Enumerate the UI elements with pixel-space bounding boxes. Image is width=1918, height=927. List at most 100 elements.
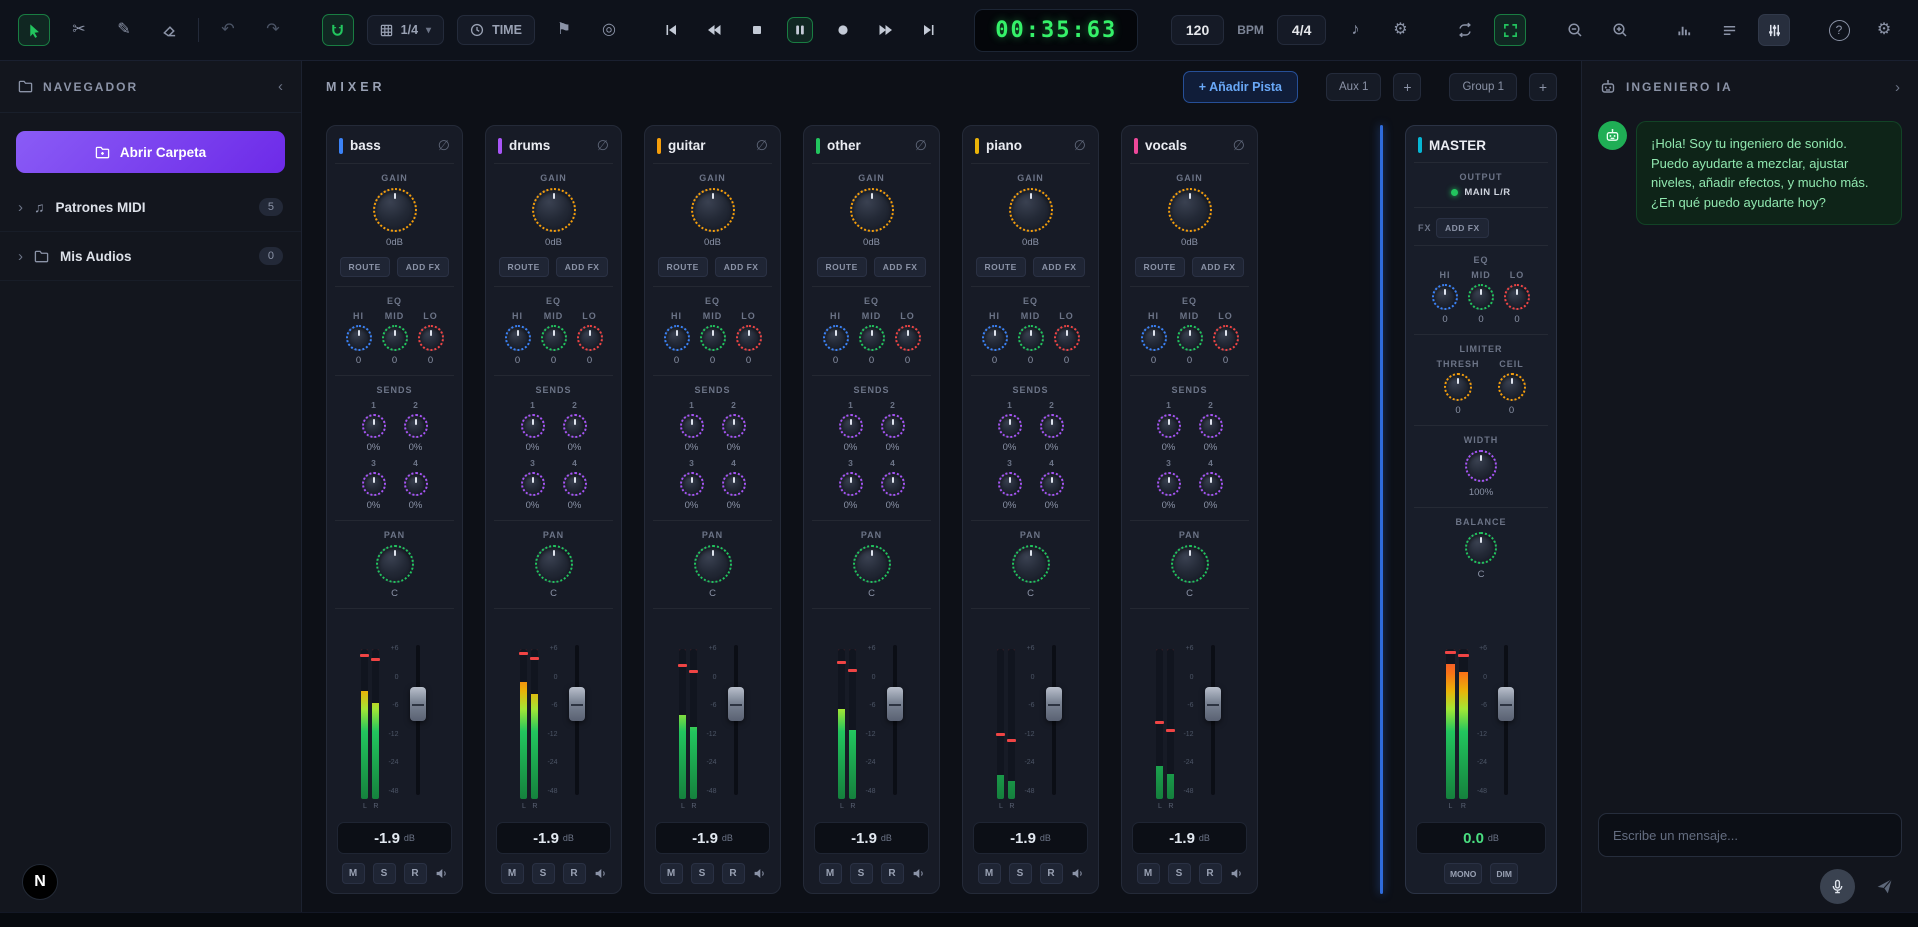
eq-lo-knob[interactable]	[577, 325, 603, 351]
volume-fader[interactable]	[567, 645, 587, 795]
record-arm-button[interactable]: R	[722, 863, 745, 884]
mono-button[interactable]: MONO	[1444, 863, 1482, 884]
send-4-knob[interactable]	[563, 472, 587, 496]
solo-button[interactable]: S	[373, 863, 396, 884]
pan-knob[interactable]	[1171, 545, 1209, 583]
time-mode-button[interactable]: TIME	[457, 15, 535, 45]
master-eq-lo-knob[interactable]	[1504, 284, 1530, 310]
send-3-knob[interactable]	[521, 472, 545, 496]
route-button[interactable]: ROUTE	[658, 257, 708, 277]
record-arm-button[interactable]: R	[404, 863, 427, 884]
speaker-icon[interactable]	[1071, 867, 1084, 880]
redo-button[interactable]: ↷	[257, 14, 289, 46]
send-2-knob[interactable]	[404, 414, 428, 438]
grid-size-dropdown[interactable]: 1/4 ▾	[367, 15, 444, 45]
channel-bypass-icon[interactable]: ∅	[756, 137, 768, 154]
bpm-value[interactable]: 120	[1171, 15, 1224, 45]
solo-button[interactable]: S	[1168, 863, 1191, 884]
eq-mid-knob[interactable]	[859, 325, 885, 351]
master-eq-hi-knob[interactable]	[1432, 284, 1458, 310]
eq-mid-knob[interactable]	[382, 325, 408, 351]
speaker-icon[interactable]	[435, 867, 448, 880]
fader-handle[interactable]	[1498, 687, 1514, 721]
eq-hi-knob[interactable]	[823, 325, 849, 351]
fullscreen-button[interactable]	[1494, 14, 1526, 46]
channel-bypass-icon[interactable]: ∅	[438, 137, 450, 154]
solo-button[interactable]: S	[1009, 863, 1032, 884]
add-fx-button[interactable]: ADD FX	[874, 257, 927, 277]
playlist-view-button[interactable]	[1713, 14, 1745, 46]
stop-button[interactable]	[744, 17, 770, 43]
mute-button[interactable]: M	[819, 863, 842, 884]
eq-hi-knob[interactable]	[346, 325, 372, 351]
add-fx-button[interactable]: ADD FX	[556, 257, 609, 277]
aux-button[interactable]: Aux 1	[1326, 73, 1381, 101]
eq-mid-knob[interactable]	[700, 325, 726, 351]
send-button[interactable]	[1867, 869, 1902, 904]
group-add-button[interactable]: +	[1529, 73, 1557, 101]
mute-button[interactable]: M	[978, 863, 1001, 884]
collapse-sidebar-icon[interactable]: ‹	[278, 78, 283, 95]
output-select[interactable]: MAIN L/R	[1451, 187, 1510, 198]
group-button[interactable]: Group 1	[1449, 73, 1517, 101]
sidebar-item-patrones-midi[interactable]: › ♫ Patrones MIDI 5	[0, 183, 301, 232]
speaker-icon[interactable]	[594, 867, 607, 880]
eq-hi-knob[interactable]	[982, 325, 1008, 351]
help-button[interactable]: ?	[1823, 14, 1855, 46]
send-1-knob[interactable]	[998, 414, 1022, 438]
aux-add-button[interactable]: +	[1393, 73, 1421, 101]
master-eq-mid-knob[interactable]	[1468, 284, 1494, 310]
width-knob[interactable]	[1465, 450, 1497, 482]
mute-button[interactable]: M	[342, 863, 365, 884]
gain-knob[interactable]	[373, 188, 417, 232]
add-fx-button[interactable]: ADD FX	[397, 257, 450, 277]
limiter-ceil-knob[interactable]	[1498, 373, 1526, 401]
send-1-knob[interactable]	[362, 414, 386, 438]
send-1-knob[interactable]	[680, 414, 704, 438]
dim-button[interactable]: DIM	[1490, 863, 1518, 884]
zoom-out-button[interactable]	[1559, 14, 1591, 46]
eq-lo-knob[interactable]	[736, 325, 762, 351]
rewind-button[interactable]	[701, 17, 727, 43]
eq-lo-knob[interactable]	[895, 325, 921, 351]
record-arm-button[interactable]: R	[881, 863, 904, 884]
tempo-settings-button[interactable]: ⚙	[1384, 14, 1416, 46]
marker-flag-button[interactable]: ⚑	[548, 14, 580, 46]
volume-fader[interactable]	[1203, 645, 1223, 795]
send-3-knob[interactable]	[839, 472, 863, 496]
channel-bypass-icon[interactable]: ∅	[1233, 137, 1245, 154]
eq-mid-knob[interactable]	[1177, 325, 1203, 351]
cut-tool-button[interactable]: ✂	[63, 14, 95, 46]
speaker-icon[interactable]	[1230, 867, 1243, 880]
gain-knob[interactable]	[1009, 188, 1053, 232]
add-fx-button[interactable]: ADD FX	[1033, 257, 1086, 277]
eq-hi-knob[interactable]	[505, 325, 531, 351]
collapse-panel-icon[interactable]: ›	[1895, 79, 1900, 96]
send-4-knob[interactable]	[404, 472, 428, 496]
send-1-knob[interactable]	[1157, 414, 1181, 438]
send-3-knob[interactable]	[1157, 472, 1181, 496]
loop-button[interactable]	[1449, 14, 1481, 46]
fader-handle[interactable]	[887, 687, 903, 721]
volume-fader[interactable]	[726, 645, 746, 795]
send-4-knob[interactable]	[722, 472, 746, 496]
route-button[interactable]: ROUTE	[976, 257, 1026, 277]
draw-tool-button[interactable]: ✎	[108, 14, 140, 46]
solo-button[interactable]: S	[850, 863, 873, 884]
send-4-knob[interactable]	[1199, 472, 1223, 496]
add-fx-button[interactable]: ADD FX	[1192, 257, 1245, 277]
balance-knob[interactable]	[1465, 532, 1497, 564]
gain-knob[interactable]	[532, 188, 576, 232]
fast-forward-button[interactable]	[873, 17, 899, 43]
send-2-knob[interactable]	[563, 414, 587, 438]
record-arm-button[interactable]: R	[563, 863, 586, 884]
route-button[interactable]: ROUTE	[1135, 257, 1185, 277]
add-fx-button[interactable]: ADD FX	[715, 257, 768, 277]
eq-mid-knob[interactable]	[1018, 325, 1044, 351]
mute-button[interactable]: M	[660, 863, 683, 884]
pan-knob[interactable]	[853, 545, 891, 583]
pause-button[interactable]	[787, 17, 813, 43]
open-folder-button[interactable]: Abrir Carpeta	[16, 131, 285, 173]
record-button[interactable]	[830, 17, 856, 43]
skip-end-button[interactable]	[916, 17, 942, 43]
